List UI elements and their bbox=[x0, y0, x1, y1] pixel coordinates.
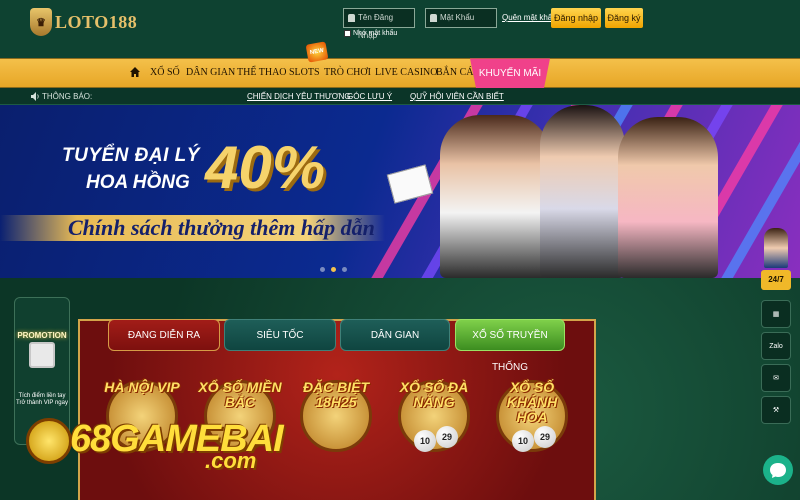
game-name: ĐẶC BIỆT 18H25 bbox=[302, 379, 370, 410]
banner-headline: TUYỂN ĐẠI LÝ bbox=[62, 145, 200, 166]
register-button[interactable]: Đăng ký bbox=[605, 8, 643, 28]
game-name: XỔ SỐ KHÁNH HÒA bbox=[506, 379, 558, 425]
support-247-badge[interactable]: 24/7 bbox=[761, 270, 791, 290]
notice-bar bbox=[0, 88, 800, 105]
tab-dan-gian[interactable]: DÂN GIAN bbox=[340, 319, 450, 351]
game-name: HÀ NỘI VIP bbox=[104, 379, 180, 395]
nav-item-live-casino[interactable]: LIVE CASINO bbox=[375, 58, 438, 88]
zalo-icon[interactable]: Zalo bbox=[761, 332, 791, 360]
remember-me[interactable]: Nhớ mật khẩu bbox=[344, 30, 397, 37]
notice-link-goc-luu-y[interactable]: GÓC LƯU Ý bbox=[347, 88, 392, 105]
hero-banner[interactable]: TUYỂN ĐẠI LÝ HOA HỒNG 40% Chính sách thư… bbox=[0, 105, 800, 278]
chat-bubble-icon bbox=[770, 463, 786, 478]
lottery-ball: 29 bbox=[534, 426, 556, 448]
watermark-sub: .com bbox=[205, 448, 257, 473]
game-card-khanh-hoa[interactable]: XỔ SỐ KHÁNH HÒA 10 29 bbox=[490, 372, 574, 482]
lottery-ball: 10 bbox=[414, 430, 436, 452]
forgot-password-link[interactable]: Quên mật khẩu bbox=[502, 13, 557, 22]
slide-dot[interactable] bbox=[320, 267, 325, 272]
logo-text: LOTO188 bbox=[55, 11, 138, 32]
tab-sieu-toc[interactable]: SIÊU TỐC bbox=[224, 319, 336, 351]
nav-item-ban-ca[interactable]: BẮN CÁ bbox=[436, 58, 474, 88]
banner-model-image bbox=[540, 105, 625, 278]
lottery-ball: 29 bbox=[436, 426, 458, 448]
watermark-logo-icon bbox=[26, 418, 72, 464]
notice-label: THÔNG BÁO: bbox=[42, 92, 93, 101]
slide-dot-active[interactable] bbox=[331, 267, 336, 272]
speaker-icon bbox=[31, 92, 39, 101]
tab-xo-so-truyen-thong[interactable]: XỔ SỐ TRUYỀN THỐNG bbox=[455, 319, 565, 373]
remember-label: Nhớ mật khẩu bbox=[353, 30, 398, 37]
remember-checkbox[interactable] bbox=[344, 30, 351, 37]
lottery-ball: 10 bbox=[512, 430, 534, 452]
notice-link-quy-hoi-vien[interactable]: QUỸ HỘI VIÊN CẦN BIẾT bbox=[410, 88, 504, 105]
banner-model-image bbox=[618, 117, 718, 278]
chat-icon[interactable] bbox=[763, 455, 793, 485]
mail-icon[interactable]: ✉ bbox=[761, 364, 791, 392]
tools-icon[interactable]: ⚒ bbox=[761, 396, 791, 424]
game-card-da-nang[interactable]: XỔ SỐ ĐÀ NẴNG 10 29 bbox=[392, 372, 476, 482]
qr-code-icon[interactable]: ▦ bbox=[761, 300, 791, 328]
new-badge: NEW bbox=[305, 41, 329, 63]
promotion-title: PROMOTION bbox=[17, 331, 67, 340]
user-icon bbox=[348, 14, 355, 22]
promotion-description: Tích điểm liền tay Trở thành VIP ngay bbox=[16, 393, 68, 406]
banner-slogan: Chính sách thưởng thêm hấp dẫn bbox=[68, 215, 375, 240]
nav-item-slots[interactable]: SLOTS bbox=[289, 58, 320, 88]
nav-item-dan-gian[interactable]: DÂN GIAN bbox=[186, 58, 235, 88]
game-name: XỔ SỐ ĐÀ NẴNG bbox=[399, 379, 469, 410]
game-card-dac-biet[interactable]: ĐẶC BIỆT 18H25 bbox=[294, 372, 378, 482]
banner-subheadline: HOA HỒNG bbox=[86, 172, 190, 193]
password-placeholder: Mật Khẩu bbox=[440, 13, 475, 22]
tab-dang-dien-ra[interactable]: ĐANG DIỄN RA bbox=[108, 319, 220, 351]
username-input[interactable]: Tên Đăng Nhập bbox=[343, 8, 415, 40]
support-agent-avatar bbox=[764, 228, 788, 268]
notice-link-chien-dich[interactable]: CHIẾN DỊCH YÊU THƯƠNG bbox=[247, 88, 351, 105]
banner-percent: 40% bbox=[205, 134, 326, 201]
banner-pagination bbox=[320, 267, 347, 272]
slide-dot[interactable] bbox=[342, 267, 347, 272]
game-name: XỔ SỐ MIỀN BẮC bbox=[198, 379, 282, 410]
brand-logo[interactable]: ♛ LOTO188 bbox=[30, 8, 137, 36]
password-input[interactable]: Mật Khẩu bbox=[425, 8, 497, 28]
nav-item-the-thao[interactable]: THỂ THAO bbox=[237, 58, 287, 88]
lock-icon bbox=[430, 14, 437, 22]
crown-icon: ♛ bbox=[30, 8, 52, 36]
home-icon[interactable] bbox=[130, 67, 140, 77]
nav-item-tro-choi[interactable]: TRÒ CHƠI bbox=[324, 58, 371, 88]
banner-model-image bbox=[440, 115, 550, 278]
login-button[interactable]: Đăng nhập bbox=[551, 8, 601, 28]
gift-icon bbox=[29, 342, 55, 368]
nav-item-xo-so[interactable]: XỔ SỐ bbox=[150, 58, 180, 88]
